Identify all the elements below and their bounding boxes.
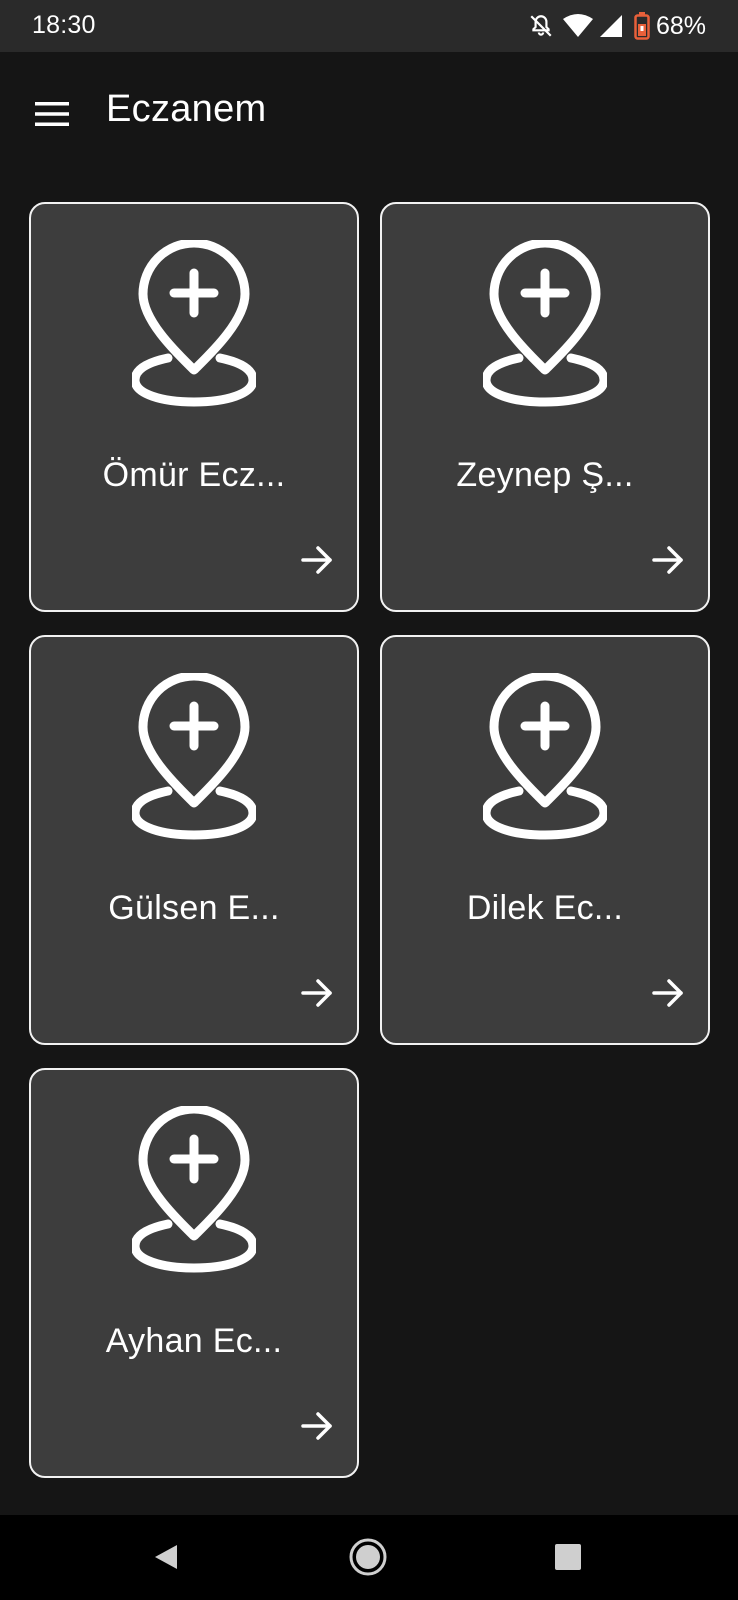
pharmacy-name: Dilek Ec...: [466, 889, 624, 927]
recents-icon: [555, 1544, 581, 1570]
home-button[interactable]: [346, 1535, 390, 1579]
status-bar: 18:30 68%: [0, 0, 738, 52]
pharmacy-location-icon: [483, 673, 607, 840]
notifications-off-icon: [528, 13, 554, 39]
app-bar: Eczanem: [0, 52, 738, 172]
pharmacy-card[interactable]: Gülsen E...: [29, 635, 359, 1045]
status-icons: 68%: [528, 10, 706, 42]
battery-icon: [634, 12, 650, 40]
battery-percent: 68%: [655, 11, 706, 40]
pharmacy-location-icon: [132, 673, 256, 840]
pharmacy-location-icon: [132, 1106, 256, 1273]
navigation-bar: [0, 1515, 738, 1600]
pharmacy-name: Zeynep Ş...: [456, 456, 634, 494]
back-icon: [155, 1545, 177, 1569]
pharmacy-card[interactable]: Ayhan Ec...: [29, 1068, 359, 1478]
pharmacy-card[interactable]: Zeynep Ş...: [380, 202, 710, 612]
back-button[interactable]: [144, 1535, 188, 1579]
pharmacy-card[interactable]: Dilek Ec...: [380, 635, 710, 1045]
recents-button[interactable]: [546, 1535, 590, 1579]
arrow-right-icon: [652, 546, 683, 574]
pharmacy-location-icon: [132, 240, 256, 407]
signal-icon: [598, 13, 624, 39]
arrow-right-icon: [301, 979, 332, 1007]
pharmacy-name: Gülsen E...: [108, 889, 280, 927]
pharmacy-name: Ömür Ecz...: [102, 456, 286, 494]
menu-icon[interactable]: [30, 92, 74, 136]
page-title: Eczanem: [106, 88, 267, 130]
pharmacy-location-icon: [483, 240, 607, 407]
pharmacy-name: Ayhan Ec...: [105, 1322, 283, 1360]
status-time: 18:30: [32, 11, 96, 39]
arrow-right-icon: [301, 546, 332, 574]
home-icon: [349, 1538, 387, 1576]
arrow-right-icon: [652, 979, 683, 1007]
pharmacy-card[interactable]: Ömür Ecz...: [29, 202, 359, 612]
arrow-right-icon: [301, 1412, 332, 1440]
wifi-icon: [562, 13, 594, 39]
